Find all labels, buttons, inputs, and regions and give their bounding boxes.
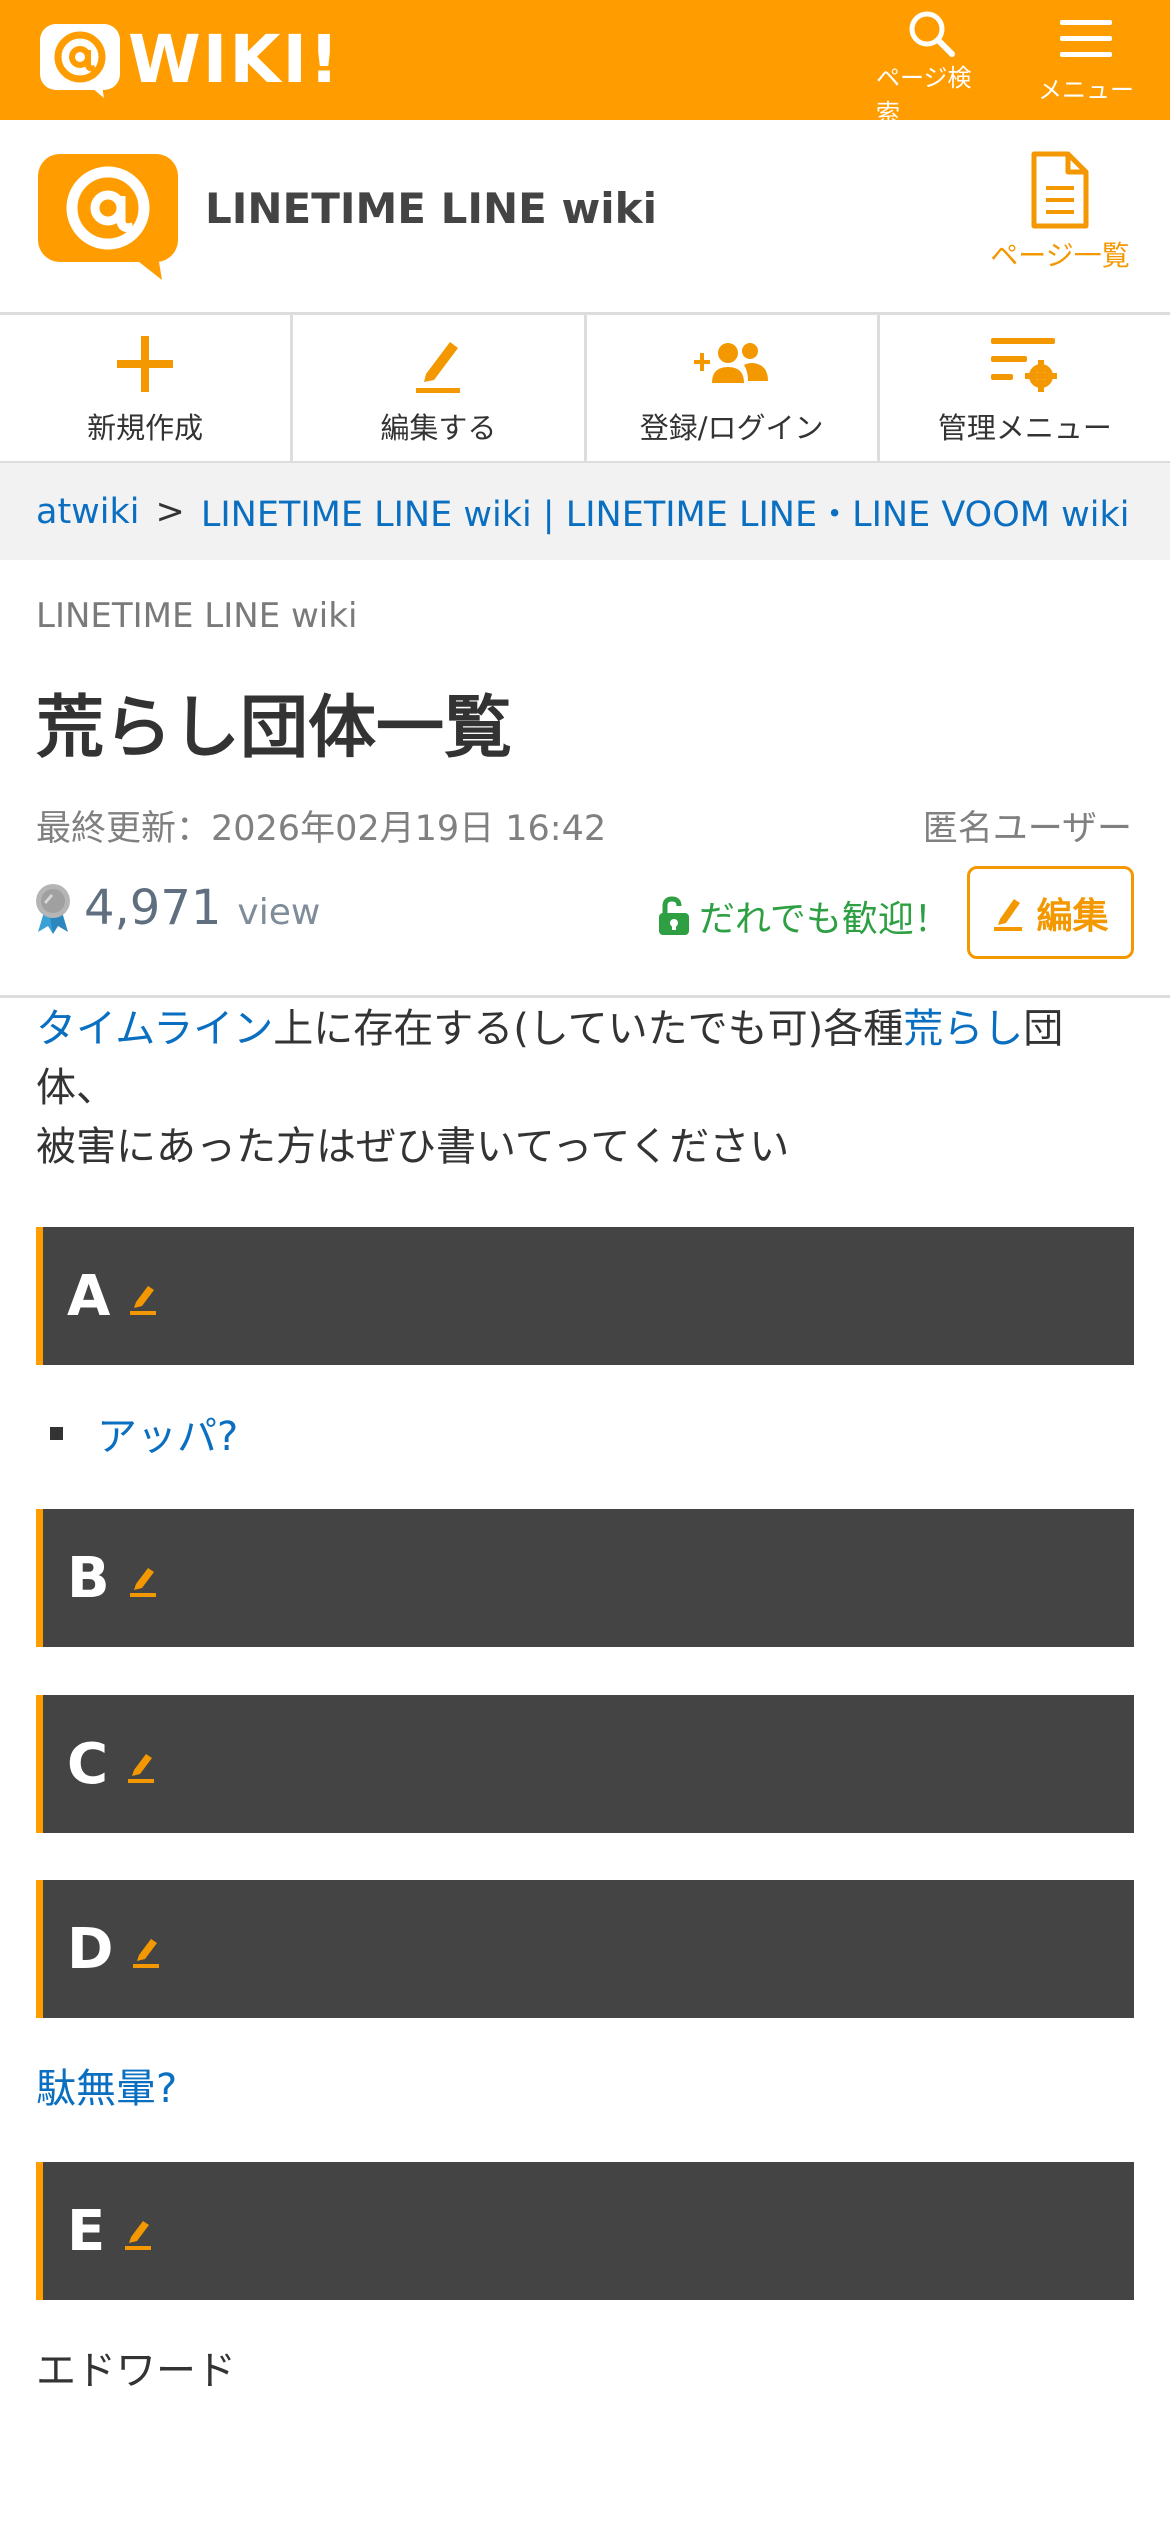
- section-letter: A: [67, 1263, 111, 1329]
- section-edit-link[interactable]: [126, 1748, 156, 1784]
- section-edit-link[interactable]: [128, 1562, 158, 1598]
- section-edit-link[interactable]: [123, 2215, 153, 2251]
- divider: [0, 995, 1170, 998]
- welcome-label: だれでも歓迎！: [699, 899, 950, 940]
- pencil-icon: [994, 898, 1023, 931]
- section-heading-b: B: [36, 1509, 1134, 1647]
- bullet: [50, 1426, 63, 1440]
- unlock-icon: [659, 896, 689, 935]
- section-edit-link[interactable]: [128, 1280, 158, 1316]
- medal-icon: [36, 884, 70, 934]
- login-button[interactable]: 登録/ログイン: [587, 315, 880, 461]
- section-letter: B: [67, 1545, 110, 1611]
- intro-segment: 上に存在する(していたでも可)各種: [273, 1006, 904, 1052]
- pencil-icon: [129, 1568, 156, 1597]
- page-search-label: ページ検索: [876, 64, 972, 127]
- edit-label: 編集: [1036, 895, 1109, 937]
- login-label: 登録/ログイン: [639, 411, 824, 445]
- new-page-button[interactable]: 新規作成: [0, 315, 294, 461]
- edit-page-label: 編集する: [380, 411, 497, 445]
- pencil-icon: [133, 1939, 160, 1968]
- admin-menu-label: 管理メニュー: [937, 411, 1112, 445]
- page-search-button[interactable]: ページ検索: [876, 8, 986, 127]
- appa-link[interactable]: アッパ?: [97, 1404, 238, 1462]
- page-list-label: ページ一覧: [990, 239, 1130, 272]
- add-users-icon: [693, 343, 768, 383]
- section-heading-c: C: [36, 1695, 1134, 1833]
- last-updated: 最終更新：2026年02月19日 16:42: [36, 809, 607, 849]
- section-letter: E: [67, 2198, 106, 2264]
- section-edit-link[interactable]: [131, 1933, 161, 1969]
- site-name[interactable]: LINETIME LINE wiki: [205, 184, 657, 233]
- trolling-link[interactable]: 荒らし: [903, 1006, 1023, 1052]
- at-logo-icon: [40, 24, 120, 98]
- view-counter: 4,971 view: [34, 880, 320, 936]
- hamburger-icon: [1060, 20, 1112, 57]
- edward-text: エドワード: [36, 2348, 236, 2394]
- edit-page-button[interactable]: 編集する: [293, 315, 587, 461]
- view-count: 4,971: [84, 880, 222, 936]
- plus-icon: [117, 336, 174, 392]
- atwiki-logo[interactable]: WIKI!: [38, 22, 341, 98]
- new-page-label: 新規作成: [87, 411, 204, 445]
- view-unit: view: [237, 892, 321, 933]
- action-bar: 新規作成 編集する 登録/ログイン 管理メニュー: [0, 315, 1170, 463]
- list-item: アッパ?: [50, 1404, 238, 1462]
- welcome-status: だれでも歓迎！: [657, 890, 950, 942]
- breadcrumb-separator: >: [155, 491, 185, 532]
- pencil-icon: [130, 1286, 157, 1315]
- wiki-name: LINETIME LINE wiki: [36, 596, 358, 636]
- menu-button[interactable]: メニュー: [1030, 8, 1142, 112]
- edit-button[interactable]: 編集: [967, 866, 1134, 959]
- section-heading-d: D: [36, 1880, 1134, 2018]
- top-bar: WIKI! ページ検索 メニュー: [0, 0, 1170, 127]
- breadcrumb-root-link[interactable]: atwiki: [36, 492, 140, 532]
- admin-menu-button[interactable]: 管理メニュー: [880, 315, 1170, 461]
- section-heading-a: A: [36, 1227, 1134, 1365]
- pencil-icon: [125, 2221, 152, 2250]
- pencil-icon: [416, 342, 461, 393]
- timeline-link[interactable]: タイムライン: [36, 1006, 273, 1052]
- document-icon: [1031, 151, 1089, 229]
- settings-list-icon: [990, 338, 1057, 392]
- section-letter: D: [67, 1916, 114, 1982]
- author: 匿名ユーザー: [922, 809, 1132, 849]
- site-logo-icon[interactable]: [36, 152, 180, 280]
- menu-label: メニュー: [1038, 76, 1134, 104]
- intro-text: タイムライン上に存在する(していたでも可)各種荒らし団体、 被害にあった方はぜひ…: [36, 1000, 1136, 1177]
- logo-text: WIKI!: [128, 21, 342, 98]
- breadcrumb: atwiki > LINETIME LINE wiki | LINETIME L…: [0, 463, 1170, 560]
- breadcrumb-current-link[interactable]: LINETIME LINE wiki | LINETIME LINE・LINE …: [201, 486, 1130, 537]
- page-list-button[interactable]: ページ一覧: [980, 150, 1140, 274]
- damukun-link[interactable]: 駄無暈?: [36, 2056, 177, 2114]
- intro-line: 被害にあった方はぜひ書いてってください: [36, 1124, 790, 1170]
- pencil-icon: [128, 1754, 155, 1783]
- section-heading-e: E: [36, 2162, 1134, 2300]
- search-icon: [909, 11, 955, 57]
- section-letter: C: [67, 1731, 109, 1797]
- page-title: 荒らし団体一覧: [36, 689, 513, 768]
- site-header: LINETIME LINE wiki ページ一覧: [0, 120, 1170, 315]
